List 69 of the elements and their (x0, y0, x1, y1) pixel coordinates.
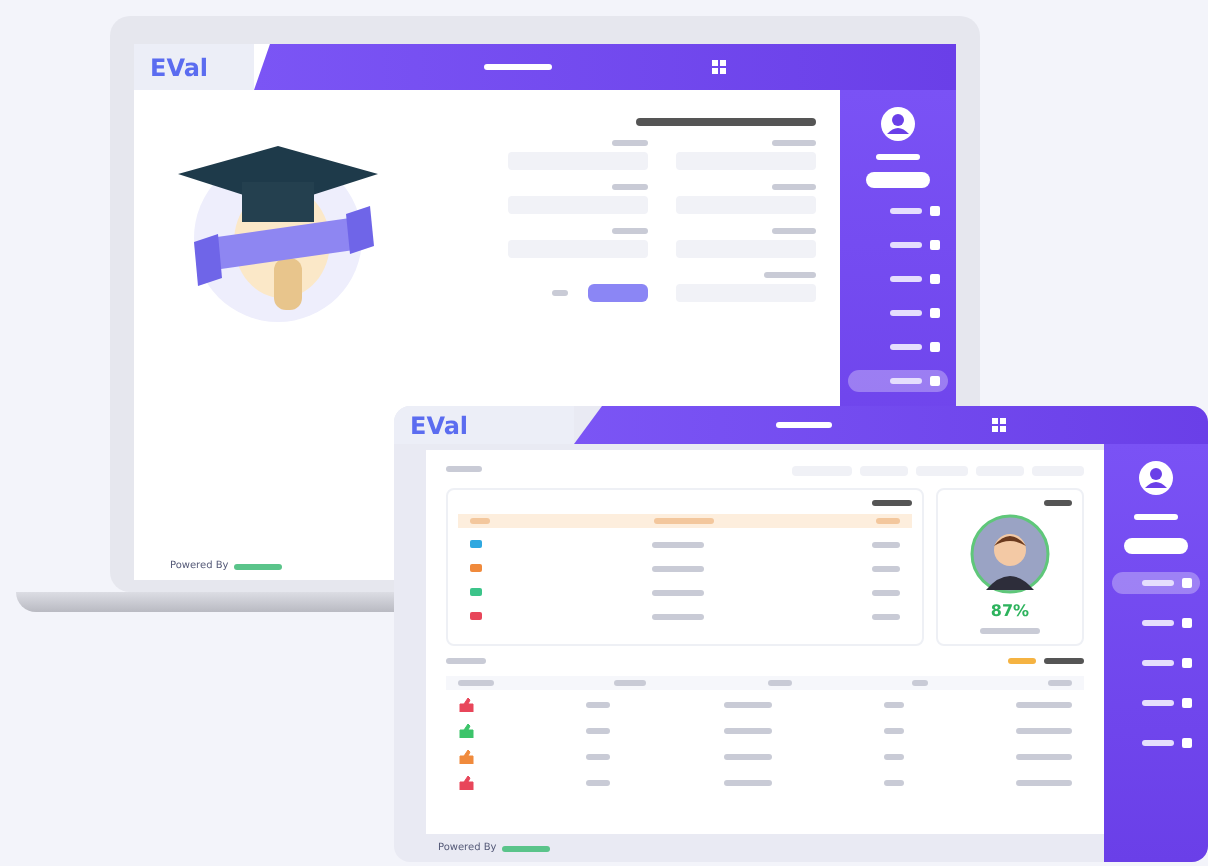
blurred-label (502, 845, 551, 851)
blurred-label (1016, 728, 1072, 734)
user-icon (1138, 460, 1174, 496)
blurred-label (653, 518, 713, 524)
blurred-label (614, 680, 647, 686)
grid-icon[interactable] (992, 418, 1006, 432)
blurred-label (612, 184, 648, 190)
blurred-label (651, 589, 703, 595)
blurred-label (911, 680, 928, 686)
blurred-label (772, 228, 816, 234)
blurred-label (446, 466, 482, 472)
blurred-label (723, 780, 771, 786)
blurred-label (458, 680, 494, 686)
blurred-label (723, 728, 771, 734)
blurred-label (883, 728, 904, 734)
blurred-label (872, 589, 900, 595)
sidebar-item[interactable] (1111, 572, 1201, 594)
blurred-label (883, 754, 904, 760)
blurred-label (1008, 658, 1036, 664)
blurred-label (470, 518, 490, 524)
blurred-label (586, 702, 611, 708)
blurred-label (1044, 500, 1072, 506)
blurred-label (1044, 658, 1084, 664)
add-button[interactable] (1124, 538, 1188, 554)
blurred-label (876, 154, 920, 160)
blurred-label (651, 565, 703, 571)
blurred-label (586, 728, 611, 734)
blurred-label (612, 140, 648, 146)
blurred-label (872, 613, 900, 619)
blurred-label (980, 628, 1040, 634)
add-button[interactable] (866, 172, 930, 188)
blurred-label (586, 754, 611, 760)
score-text: 87% (990, 602, 1030, 620)
blurred-label (586, 780, 611, 786)
thumb-icon[interactable] (458, 724, 474, 738)
blurred-label (651, 541, 703, 547)
blurred-label (872, 565, 900, 571)
blurred-label (883, 702, 904, 708)
blurred-label (1016, 754, 1072, 760)
blurred-label (234, 563, 283, 569)
blurred-label (872, 500, 912, 506)
blurred-label (1016, 702, 1072, 708)
user-icon (880, 106, 916, 142)
blurred-label (772, 140, 816, 146)
save-button[interactable] (588, 284, 648, 302)
blurred-label (612, 228, 648, 234)
blurred-label (1016, 780, 1072, 786)
thumb-icon[interactable] (458, 776, 474, 790)
sidebar-item[interactable] (848, 370, 948, 392)
blurred-label (484, 64, 552, 70)
blurred-label (723, 702, 771, 708)
logo: EVal (150, 53, 209, 81)
blurred-label (772, 184, 816, 190)
blurred-label (552, 290, 568, 296)
blurred-label (876, 518, 900, 524)
thumb-icon[interactable] (458, 750, 474, 764)
blurred-label (872, 541, 900, 547)
blurred-label (723, 754, 771, 760)
blurred-label (883, 780, 904, 786)
blurred-label (1134, 514, 1178, 520)
blurred-label (1048, 680, 1072, 686)
logo: EVal (410, 411, 469, 439)
grid-icon[interactable] (712, 60, 726, 74)
blurred-label (651, 613, 703, 619)
blurred-label (776, 422, 832, 428)
blurred-label (767, 680, 791, 686)
thumb-icon[interactable] (458, 698, 474, 712)
blurred-label (446, 658, 486, 664)
blurred-label (764, 272, 816, 278)
